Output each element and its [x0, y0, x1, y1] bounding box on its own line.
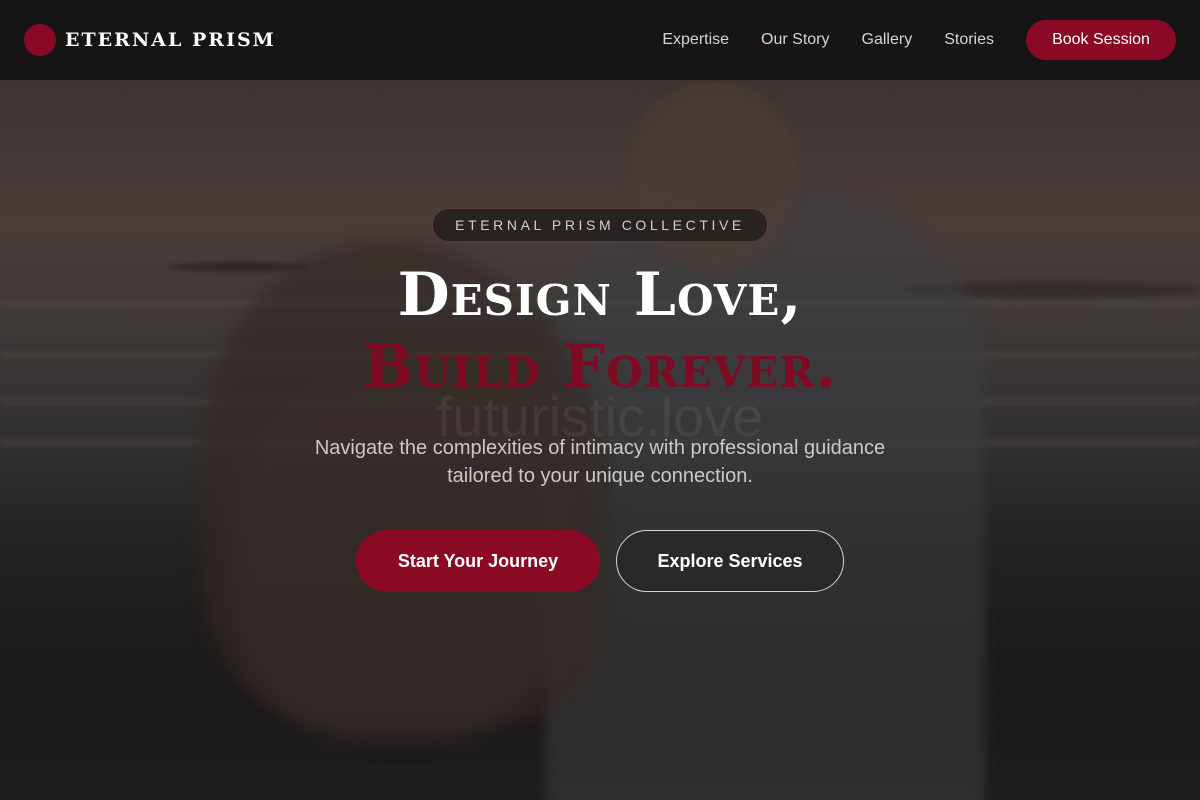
- explore-services-button[interactable]: Explore Services: [616, 530, 844, 592]
- main-nav: Expertise Our Story Gallery Stories Book…: [662, 0, 1176, 80]
- logo[interactable]: ETERNAL PRISM: [24, 24, 276, 56]
- hero-badge: ETERNAL PRISM COLLECTIVE: [432, 208, 768, 242]
- site-header: ETERNAL PRISM Expertise Our Story Galler…: [0, 0, 1200, 81]
- nav-link-our-story[interactable]: Our Story: [761, 31, 829, 49]
- nav-link-stories[interactable]: Stories: [944, 31, 994, 49]
- hero-subtitle: Navigate the complexities of intimacy wi…: [314, 437, 886, 487]
- nav-link-gallery[interactable]: Gallery: [862, 31, 913, 49]
- start-journey-button[interactable]: Start Your Journey: [356, 530, 600, 592]
- book-session-button[interactable]: Book Session: [1026, 20, 1176, 60]
- brand-name: ETERNAL PRISM: [65, 29, 276, 51]
- hero-title-line-1: Design Love,: [397, 260, 803, 330]
- logo-circle-icon: [24, 24, 56, 56]
- nav-link-expertise[interactable]: Expertise: [662, 31, 729, 49]
